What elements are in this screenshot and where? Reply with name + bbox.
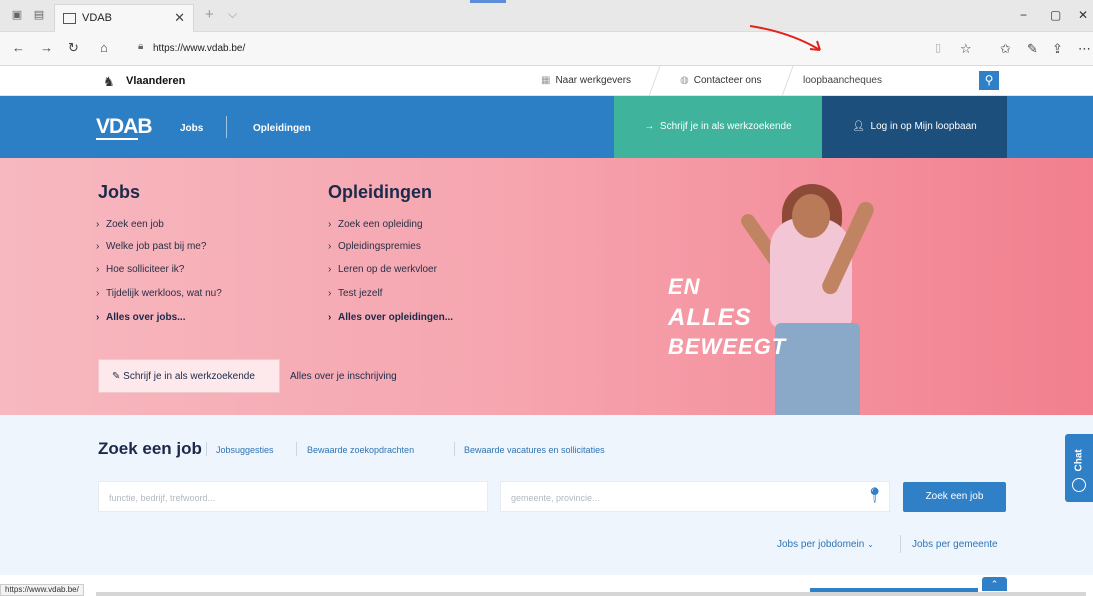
horizontal-scrollbar[interactable]	[96, 592, 1086, 596]
tab-favicon-icon	[63, 13, 76, 24]
site-search-button[interactable]: ⚲	[979, 71, 999, 90]
hero-register-label: Schrijf je in als werkzoekende	[123, 371, 255, 382]
address-url: https://www.vdab.be/	[153, 43, 246, 54]
site-search-input[interactable]: loopbaancheques	[790, 66, 986, 96]
refresh-icon[interactable]: ↻	[68, 41, 79, 55]
employers-link[interactable]: ▦ Naar werkgevers	[541, 75, 631, 86]
link-leren-werkvloer[interactable]: › Leren op de werkvloer	[328, 264, 437, 275]
contact-link-label: Contacteer ons	[693, 75, 762, 86]
location-input[interactable]: gemeente, provincie...	[500, 481, 890, 512]
more-icon[interactable]: ⋯	[1078, 41, 1091, 57]
minimize-icon[interactable]: −	[1020, 8, 1027, 22]
share-icon[interactable]: ⇪	[1052, 41, 1063, 57]
nav-jobs[interactable]: Jobs	[180, 123, 203, 134]
tab-preview-icon[interactable]: ▤	[32, 9, 46, 21]
pen-icon[interactable]: ✎	[1027, 41, 1038, 57]
arrow-right-icon: →	[644, 121, 655, 132]
lock-icon: 🔒︎	[138, 41, 144, 52]
slogan-line-3: BEWEEGT	[668, 334, 787, 359]
tab-title: VDAB	[82, 12, 112, 24]
new-tab-icon[interactable]: +	[205, 6, 214, 23]
link-solliciteer[interactable]: › Hoe solliciteer ik?	[96, 264, 184, 275]
location-pin-icon[interactable]: 📍︎	[865, 486, 884, 504]
tab-bewaarde-vacatures[interactable]: Bewaarde vacatures en sollicitaties	[464, 445, 605, 455]
chat-bubble-icon	[1072, 478, 1086, 492]
link-welke-job[interactable]: › Welke job past bij me?	[96, 241, 206, 252]
link-opleidingspremies[interactable]: › Opleidingspremies	[328, 241, 421, 252]
divider	[296, 442, 297, 456]
close-window-icon[interactable]: ✕	[1078, 8, 1088, 22]
hero-figure-head	[792, 194, 830, 238]
register-jobseeker-button[interactable]: → Schrijf je in als werkzoekende	[614, 96, 822, 158]
briefcase-icon: ▦	[541, 75, 551, 86]
link-zoek-opleiding[interactable]: › Zoek een opleiding	[328, 219, 423, 230]
logo-underline	[96, 138, 138, 140]
browser-tab[interactable]: VDAB ✕	[54, 4, 194, 32]
hero-banner: Jobs › Zoek een job › Welke job past bij m…	[0, 158, 1093, 415]
opleidingen-heading: Opleidingen	[328, 182, 433, 202]
scroll-top-chevron-icon[interactable]: ⌃	[982, 577, 1007, 591]
job-search-panel: Zoek een job Jobsuggesties Bewaarde zoek…	[0, 415, 1093, 575]
jobs-per-municipality-link[interactable]: Jobs per gemeente	[912, 539, 998, 550]
link-alles-opleidingen[interactable]: › Alles over opleidingen...	[328, 312, 453, 323]
main-header: VDAB Jobs Opleidingen → Schrijf je in al…	[0, 96, 1093, 158]
vdab-logo[interactable]: VDAB	[96, 115, 153, 139]
tab-drag-indicator	[470, 0, 506, 3]
divider	[206, 442, 207, 456]
hero-register-button[interactable]: ✎ Schrijf je in als werkzoekende	[98, 359, 280, 393]
favorite-star-icon[interactable]: ☆	[960, 41, 972, 57]
login-label: Log in op Mijn loopbaan	[870, 121, 977, 132]
tab-close-icon[interactable]: ✕	[174, 10, 185, 26]
red-annotation-arrow-icon	[749, 25, 821, 51]
address-bar[interactable]: 🔒︎ https://www.vdab.be/	[135, 40, 1093, 58]
link-test-jezelf[interactable]: › Test jezelf	[328, 288, 382, 299]
site-top-bar: ♞ Vlaanderen ▦ Naar werkgevers ◍ Contactee…	[0, 66, 1093, 96]
divider	[648, 66, 661, 96]
chat-tab[interactable]: Chat	[1065, 434, 1093, 502]
link-tijdelijk-werkloos[interactable]: › Tijdelijk werkloos, wat nu?	[96, 288, 222, 299]
user-icon: 👤︎	[852, 121, 865, 132]
browser-tab-strip: ▣ ▤ VDAB ✕ + ⌵ − ▢ ✕	[0, 0, 1093, 32]
jobs-per-domain-link[interactable]: Jobs per jobdomein ⌄	[777, 539, 874, 550]
job-search-title: Zoek een job	[98, 439, 202, 458]
slogan-line-2: ALLES	[668, 304, 752, 331]
flanders-lion-icon: ♞	[103, 74, 115, 89]
pencil-icon: ✎	[112, 371, 121, 382]
jobs-heading: Jobs	[98, 182, 141, 202]
registration-info-link[interactable]: Alles over je inschrijving	[290, 371, 397, 382]
tab-bewaarde-zoekopdrachten[interactable]: Bewaarde zoekopdrachten	[307, 445, 414, 455]
tab-jobsuggesties[interactable]: Jobsuggesties	[216, 445, 274, 455]
slogan-line-1: EN	[668, 274, 701, 299]
vlaanderen-brand[interactable]: Vlaanderen	[126, 75, 185, 87]
back-icon[interactable]: ←	[12, 41, 25, 55]
login-button[interactable]: 👤︎ Log in op Mijn loopbaan	[822, 96, 1007, 158]
contact-link[interactable]: ◍ Contacteer ons	[680, 75, 762, 86]
contact-icon: ◍	[680, 75, 689, 86]
divider	[454, 442, 455, 456]
link-alles-jobs[interactable]: › Alles over jobs...	[96, 312, 185, 323]
employers-link-label: Naar werkgevers	[555, 75, 632, 86]
hero-figure-legs	[775, 323, 860, 415]
search-icon: ⚲	[984, 73, 994, 87]
tabs-aside-icon[interactable]: ▣	[10, 9, 24, 21]
chevron-down-icon: ⌄	[867, 540, 874, 549]
link-zoek-job[interactable]: › Zoek een job	[96, 219, 164, 230]
nav-separator	[226, 116, 227, 138]
status-bar-url: https://www.vdab.be/	[0, 584, 84, 596]
chat-label: Chat	[1073, 449, 1085, 472]
keyword-input[interactable]: functie, bedrijf, trefwoord...	[98, 481, 488, 512]
forward-icon[interactable]: →	[40, 41, 53, 55]
browser-toolbar: ← → ↻ ⌂ 🔒︎ https://www.vdab.be/ ▯ ☆ ✩ ✎ …	[0, 32, 1093, 66]
favorites-hub-icon[interactable]: ✩	[1000, 41, 1011, 57]
maximize-icon[interactable]: ▢	[1050, 8, 1061, 22]
divider	[900, 535, 901, 553]
nav-opleidingen[interactable]: Opleidingen	[253, 123, 311, 134]
reading-view-icon[interactable]: ▯	[935, 41, 941, 54]
register-jobseeker-label: Schrijf je in als werkzoekende	[659, 121, 792, 132]
tab-list-chevron-icon[interactable]: ⌵	[228, 7, 237, 22]
loading-bar	[810, 588, 978, 592]
home-icon[interactable]: ⌂	[100, 41, 108, 55]
search-jobs-button[interactable]: Zoek een job	[903, 482, 1006, 512]
